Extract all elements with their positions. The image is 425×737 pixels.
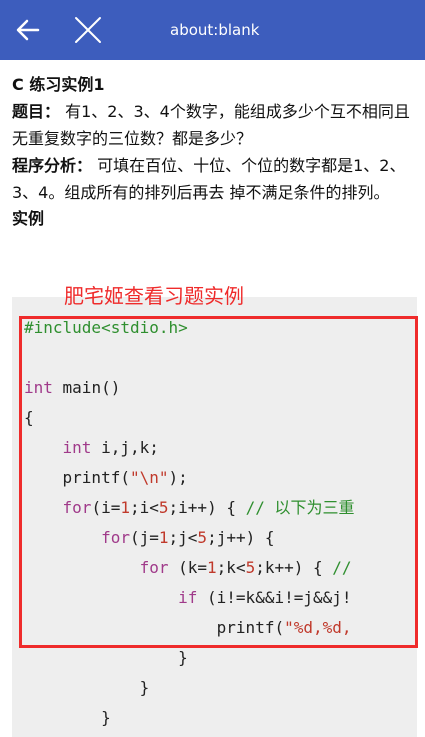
analysis-label: 程序分析： xyxy=(12,156,93,175)
page-url-title: about:blank xyxy=(170,21,260,39)
arrow-left-icon[interactable] xyxy=(12,14,44,46)
problem-paragraph: 题目： 有1、2、3、4个数字，能组成多少个互不相同且无重复数字的三位数？都是多… xyxy=(12,98,417,152)
annotation-highlight-box xyxy=(19,316,418,648)
problem-text: 有1、2、3、4个数字，能组成多少个互不相同且无重复数字的三位数？都是多少？ xyxy=(12,102,410,148)
close-icon[interactable] xyxy=(72,14,104,46)
article-heading: C 练习实例1 xyxy=(12,75,105,94)
app-bar: about:blank xyxy=(0,0,425,60)
analysis-paragraph: 程序分析： 可填在百位、十位、个位的数字都是1、2、3、4。组成所有的排列后再去… xyxy=(12,152,417,206)
problem-label: 题目： xyxy=(12,102,61,121)
annotation-label: 肥宅姬查看习题实例 xyxy=(64,284,244,308)
example-heading: 实例 xyxy=(12,209,45,228)
article-content: C 练习实例1 题目： 有1、2、3、4个数字，能组成多少个互不相同且无重复数字… xyxy=(12,72,417,232)
